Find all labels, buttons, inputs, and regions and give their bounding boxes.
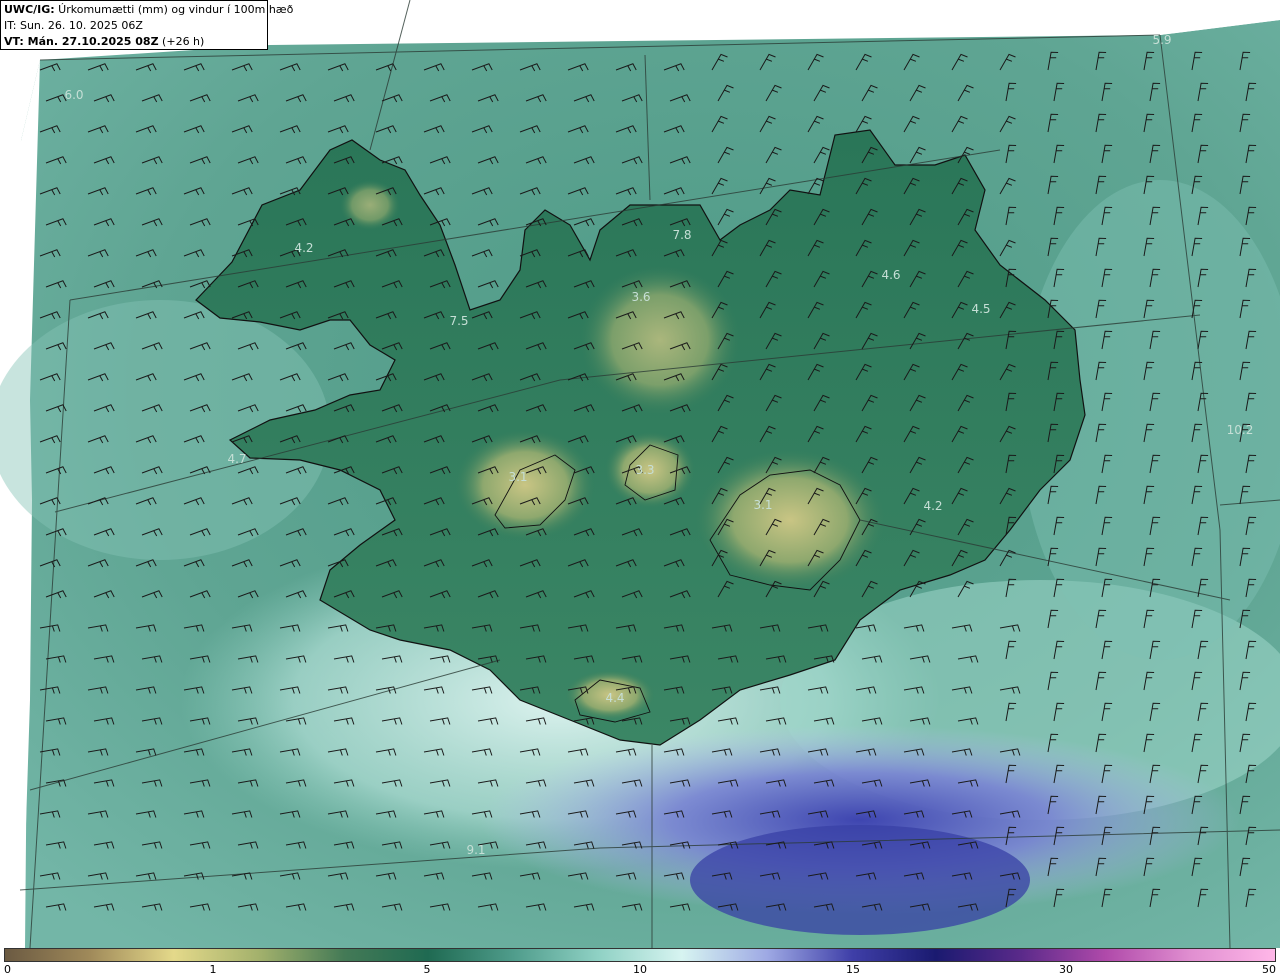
glacier-langjokull bbox=[455, 430, 595, 540]
colorbar-tick: 1 bbox=[209, 963, 217, 976]
valid-time: VT: Mán. 27.10.2025 08Z bbox=[4, 35, 159, 48]
max-value-label: 3.1 bbox=[508, 470, 528, 484]
max-value-label: 7.8 bbox=[672, 228, 692, 242]
colorbar bbox=[4, 948, 1276, 962]
max-value-label: 4.4 bbox=[605, 691, 625, 705]
max-value-label: 9.1 bbox=[466, 843, 486, 857]
max-value-label: 10.2 bbox=[1226, 423, 1254, 437]
init-time: IT: Sun. 26. 10. 2025 06Z bbox=[4, 19, 143, 32]
max-value-label: 6.0 bbox=[64, 88, 84, 102]
max-value-label: 4.2 bbox=[294, 241, 314, 255]
colorbar-tick: 0 bbox=[4, 963, 11, 976]
max-value-label: 4.7 bbox=[227, 452, 247, 466]
colorbar-tick: 15 bbox=[846, 963, 860, 976]
map-info-box: UWC/IG: Úrkomumætti (mm) og vindur í 100… bbox=[0, 0, 293, 50]
colorbar-tick: 30 bbox=[1059, 963, 1073, 976]
max-value-label: 4.6 bbox=[881, 268, 901, 282]
max-value-label: 5.9 bbox=[1152, 33, 1172, 47]
colorbar-legend: 0 1 5 10 15 30 50 bbox=[0, 948, 1280, 978]
forecast-offset: (+26 h) bbox=[158, 35, 205, 48]
max-value-label: 3.3 bbox=[635, 463, 655, 477]
max-value-label: 4.2 bbox=[923, 499, 943, 513]
max-value-label: 3.1 bbox=[753, 498, 773, 512]
colorbar-tick: 10 bbox=[633, 963, 647, 976]
max-value-label: 4.5 bbox=[971, 302, 991, 316]
colorbar-tick: 5 bbox=[423, 963, 431, 976]
colorbar-tick: 50 bbox=[1262, 963, 1276, 976]
highland-north bbox=[580, 265, 740, 415]
model-name: UWC/IG: bbox=[4, 3, 55, 16]
map-title: Úrkomumætti (mm) og vindur í 100m hæð bbox=[54, 3, 294, 16]
max-value-label: 3.6 bbox=[631, 290, 651, 304]
highland-westfjords bbox=[340, 180, 400, 230]
max-value-label: 7.5 bbox=[449, 314, 469, 328]
map-area[interactable]: UWC/IG: Úrkomumætti (mm) og vindur í 100… bbox=[0, 0, 1280, 948]
